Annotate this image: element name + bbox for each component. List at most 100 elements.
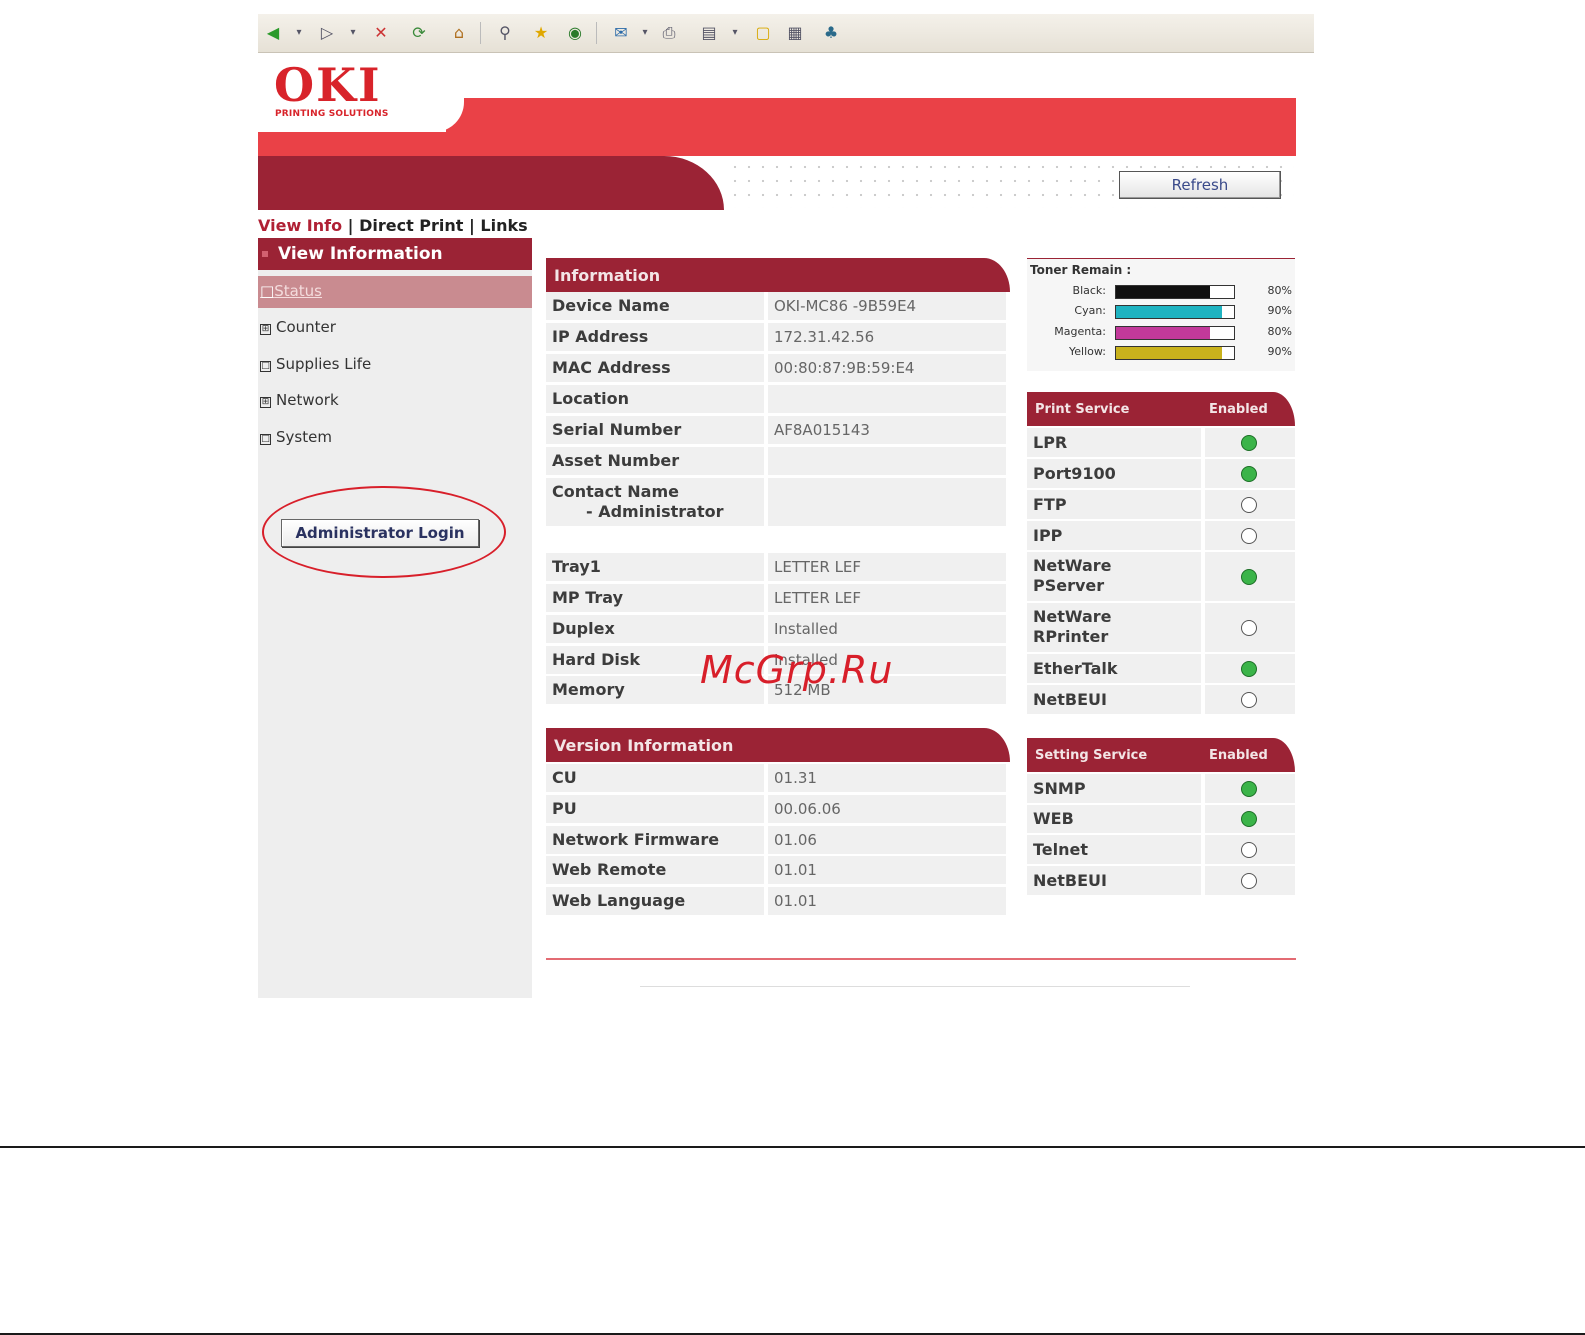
toner-fill xyxy=(1116,286,1211,298)
watermark: McGrp.Ru xyxy=(700,648,894,692)
version-header: Version Information xyxy=(546,728,1010,762)
info-value xyxy=(768,385,1006,413)
service-row: Port9100 xyxy=(1027,459,1295,488)
oki-logo: OKI xyxy=(274,58,382,112)
history-icon[interactable]: ◉ xyxy=(564,22,586,44)
service-row: LPR xyxy=(1027,428,1295,457)
search-icon[interactable]: ⚲ xyxy=(494,22,516,44)
toner-fill xyxy=(1116,347,1223,359)
edit-dropdown-icon[interactable]: ▾ xyxy=(724,22,746,44)
sidebar-item-status[interactable]: □Status xyxy=(260,282,322,300)
footer-divider xyxy=(546,958,1296,960)
enabled-status-icon xyxy=(1241,660,1257,677)
tray-value: LETTER LEF xyxy=(768,584,1006,612)
toner-level-bar xyxy=(1115,326,1235,340)
service-status xyxy=(1205,521,1295,550)
service-status xyxy=(1205,552,1295,601)
info-value: OKI-MC86 -9B59E4 xyxy=(768,292,1006,320)
info-label: Asset Number xyxy=(546,447,764,475)
sidebar-item-system[interactable]: □ System xyxy=(260,428,332,446)
toner-percent: 90% xyxy=(1267,304,1292,317)
info-label: Device Name xyxy=(546,292,764,320)
header-tab xyxy=(258,156,724,210)
mail-dropdown-icon[interactable]: ▾ xyxy=(634,22,656,44)
header-band-lower xyxy=(258,132,1296,156)
toner-level-bar xyxy=(1115,346,1235,360)
info-value xyxy=(768,478,1006,526)
service-row: SNMP xyxy=(1027,774,1295,803)
service-row: FTP xyxy=(1027,490,1295,519)
top-nav: View Info | Direct Print | Links xyxy=(258,216,528,235)
forward-icon[interactable]: ▷ xyxy=(316,22,338,44)
print-service-header: Print Service Enabled xyxy=(1027,392,1295,426)
discuss-icon[interactable]: ▢ xyxy=(752,22,774,44)
version-value: 01.06 xyxy=(768,826,1006,854)
messenger-icon[interactable]: ▦ xyxy=(784,22,806,44)
back-icon[interactable]: ◀ xyxy=(262,22,284,44)
research-icon[interactable]: ♣ xyxy=(820,22,842,44)
service-label: NetWare RPrinter xyxy=(1027,603,1201,652)
service-row: NetBEUI xyxy=(1027,866,1295,895)
tray-label: MP Tray xyxy=(546,584,764,612)
service-status xyxy=(1205,835,1295,864)
info-label: Serial Number xyxy=(546,416,764,444)
enabled-status-icon xyxy=(1241,465,1257,482)
tray-label: Duplex xyxy=(546,615,764,643)
page-rule-top xyxy=(0,1146,1585,1148)
refresh-icon[interactable]: ⟳ xyxy=(408,22,430,44)
version-value: 01.01 xyxy=(768,887,1006,915)
info-value xyxy=(768,447,1006,475)
expand-icon: ⊞ xyxy=(260,397,271,408)
disabled-status-icon xyxy=(1241,496,1257,513)
version-label: CU xyxy=(546,764,764,792)
stop-icon[interactable]: ✕ xyxy=(370,22,392,44)
version-value: 01.01 xyxy=(768,856,1006,884)
service-row: NetWare PServer xyxy=(1027,552,1295,601)
highlight-ellipse xyxy=(262,486,506,578)
print-icon[interactable]: ⎙ xyxy=(658,22,680,44)
favorites-icon[interactable]: ★ xyxy=(530,22,552,44)
nav-view-info-link[interactable]: View Info xyxy=(258,216,342,235)
refresh-button[interactable]: Refresh xyxy=(1119,171,1281,199)
sidebar-item-counter[interactable]: ⊞ Counter xyxy=(260,318,336,336)
setting-service-header: Setting Service Enabled xyxy=(1027,738,1295,772)
service-label: NetBEUI xyxy=(1027,866,1201,895)
info-value: 00:80:87:9B:59:E4 xyxy=(768,354,1006,382)
version-value: 00.06.06 xyxy=(768,795,1006,823)
information-header: Information xyxy=(546,258,1010,292)
version-label: Web Remote xyxy=(546,856,764,884)
home-icon[interactable]: ⌂ xyxy=(448,22,470,44)
mail-icon[interactable]: ✉ xyxy=(610,22,632,44)
enabled-status-icon xyxy=(1241,811,1257,827)
toner-label: Magenta: xyxy=(1054,325,1106,338)
checkbox-icon: □ xyxy=(260,434,271,445)
service-label: EtherTalk xyxy=(1027,654,1201,683)
toner-title: Toner Remain : xyxy=(1030,263,1132,277)
back-dropdown-icon[interactable]: ▾ xyxy=(288,22,310,44)
toner-row: Magenta: 80% xyxy=(1030,323,1292,341)
service-label: NetBEUI xyxy=(1027,685,1201,714)
service-status xyxy=(1205,490,1295,519)
enabled-status-icon xyxy=(1241,780,1257,797)
version-label: Web Language xyxy=(546,887,764,915)
sidebar-item-network[interactable]: ⊞ Network xyxy=(260,391,339,409)
info-label: Contact Name - Administrator xyxy=(546,478,764,526)
service-label: LPR xyxy=(1027,428,1201,457)
service-row: Telnet xyxy=(1027,835,1295,864)
service-row: IPP xyxy=(1027,521,1295,550)
forward-dropdown-icon[interactable]: ▾ xyxy=(342,22,364,44)
sidebar-item-supplies-life[interactable]: □ Supplies Life xyxy=(260,355,371,373)
toner-row: Yellow: 90% xyxy=(1030,343,1292,361)
toner-percent: 80% xyxy=(1267,284,1292,297)
service-status xyxy=(1205,459,1295,488)
toner-label: Yellow: xyxy=(1069,345,1106,358)
service-row: WEB xyxy=(1027,805,1295,833)
tray-value: Installed xyxy=(768,615,1006,643)
edit-icon[interactable]: ▤ xyxy=(698,22,720,44)
nav-direct-print-link[interactable]: Direct Print xyxy=(359,216,463,235)
nav-links-link[interactable]: Links xyxy=(480,216,527,235)
service-label: FTP xyxy=(1027,490,1201,519)
toner-row: Cyan: 90% xyxy=(1030,302,1292,320)
info-value: 172.31.42.56 xyxy=(768,323,1006,351)
info-label: IP Address xyxy=(546,323,764,351)
